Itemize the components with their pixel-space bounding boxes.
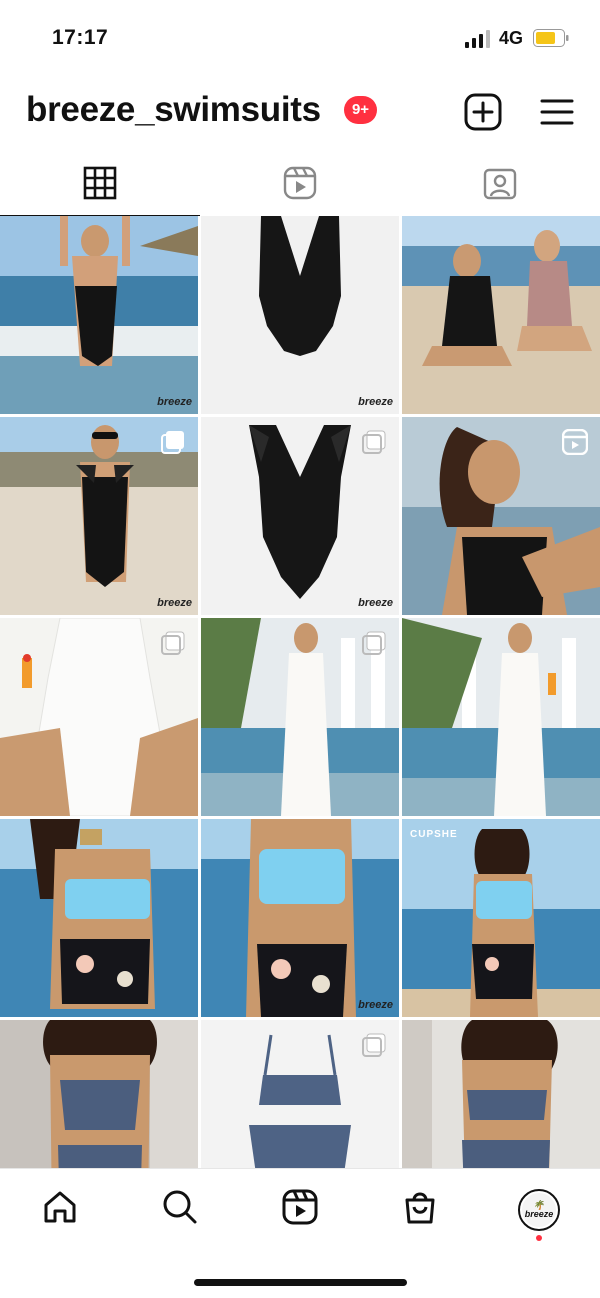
profile-avatar[interactable]: 🌴 breeze [518,1189,560,1231]
shopping-bag-icon [405,1192,435,1224]
menu-icon[interactable] [537,92,577,132]
post-tile[interactable] [201,618,399,816]
post-image [0,819,198,1017]
new-post-icon[interactable] [463,92,503,132]
post-tile[interactable] [0,1020,198,1168]
brand-watermark: breeze [358,999,393,1011]
post-image [402,216,600,414]
reel-indicator-icon [562,429,588,455]
brand-watermark: breeze [157,396,192,408]
profile-username[interactable]: breeze_swimsuits [26,90,321,130]
tab-grid[interactable] [0,150,200,216]
profile-tabs [0,150,600,216]
post-tile[interactable]: CUPSHE [402,819,600,1017]
notification-badge: 9+ [344,96,377,124]
nav-home[interactable] [38,1185,82,1229]
post-tile[interactable] [0,618,198,816]
nav-reels[interactable] [278,1185,322,1229]
tab-tagged[interactable] [400,150,600,216]
post-image [402,819,600,1017]
post-tile[interactable] [0,819,198,1017]
post-tile[interactable]: breeze [201,1020,399,1168]
notification-dot [536,1235,542,1241]
status-time: 17:17 [52,26,109,49]
post-image [0,216,198,414]
post-tile[interactable]: breeze [201,216,399,414]
carousel-icon [362,430,386,454]
post-tile[interactable]: breeze [201,819,399,1017]
cellular-signal-icon [465,30,490,48]
home-indicator [194,1279,407,1286]
post-image [402,1020,600,1168]
tagged-person-icon [483,168,517,200]
post-image [201,216,399,414]
post-image [0,1020,198,1168]
nav-shop[interactable] [398,1185,442,1229]
bottom-navigation: 🌴 breeze [0,1168,600,1298]
post-tile[interactable]: breeze [201,417,399,615]
reels-icon [282,1189,318,1225]
reels-icon [283,166,317,200]
avatar-label: breeze [524,1209,554,1219]
post-tile[interactable] [402,417,600,615]
brand-logo-text: CUPSHE [410,829,458,840]
search-icon [163,1190,197,1224]
brand-watermark: breeze [358,597,393,609]
nav-search[interactable] [158,1185,202,1229]
grid-icon [83,166,117,200]
carousel-icon [362,1033,386,1057]
post-tile[interactable] [402,618,600,816]
carousel-icon [362,631,386,655]
post-tile[interactable] [402,1020,600,1168]
post-tile[interactable]: breeze [0,417,198,615]
posts-grid: breeze breeze breeze breeze breeze CUPSH… [0,216,600,1168]
post-tile[interactable]: breeze [0,216,198,414]
carousel-icon [161,631,185,655]
brand-watermark: breeze [157,597,192,609]
post-image [201,819,399,1017]
home-icon [44,1191,76,1223]
network-type: 4G [499,28,524,48]
carousel-icon [161,431,184,454]
tab-reels[interactable] [200,150,400,216]
profile-header: breeze_swimsuits 9+ [0,76,600,150]
post-image [402,618,600,816]
status-bar: 17:17 4G [0,0,600,76]
battery-icon [533,29,569,47]
brand-watermark: breeze [358,396,393,408]
post-tile[interactable] [402,216,600,414]
avatar-image: 🌴 breeze [522,1193,556,1227]
